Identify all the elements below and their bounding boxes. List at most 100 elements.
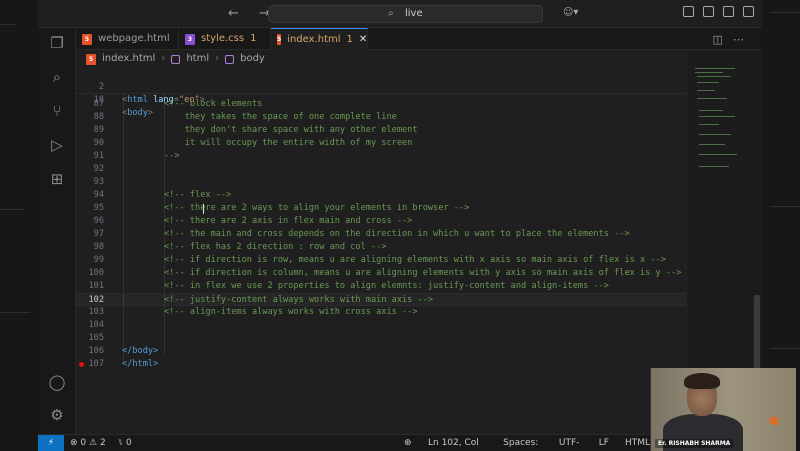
ports-indicator[interactable]: ⑊ 0 bbox=[118, 435, 132, 451]
code-line[interactable]: 105 bbox=[76, 332, 686, 345]
explorer-icon[interactable]: ❐ bbox=[48, 34, 66, 52]
command-center[interactable]: ⌕ live bbox=[268, 5, 543, 23]
line-number: 106 bbox=[88, 346, 104, 356]
cursor-position[interactable]: Ln 102, Col 58 bbox=[428, 435, 487, 451]
code-comment: they don't share space with any other el… bbox=[164, 125, 418, 135]
tab-label: webpage.html bbox=[98, 33, 170, 44]
code-comment: they takes the space of one complete lin… bbox=[164, 112, 397, 122]
code-comment: --> bbox=[164, 151, 180, 161]
code-line[interactable]: 87 <!-- block elements bbox=[76, 98, 686, 111]
line-number: 98 bbox=[93, 242, 104, 252]
chevron-right-icon: › bbox=[161, 53, 166, 64]
customize-layout-icon[interactable] bbox=[743, 6, 754, 17]
indentation[interactable]: Spaces: 4 bbox=[503, 435, 543, 451]
code-line[interactable]: 103 <!-- align-items always works with cr… bbox=[76, 306, 686, 319]
line-number: 95 bbox=[93, 203, 104, 213]
code-line[interactable]: 91 --> bbox=[76, 150, 686, 163]
status-right: Ln 102, Col 58 Spaces: 4 UTF-8 LF HTML bbox=[428, 435, 650, 451]
code-line[interactable]: 106 </body> bbox=[76, 345, 686, 358]
code-line[interactable]: 99 <!-- if direction is row, means u are … bbox=[76, 254, 686, 267]
problems-indicator[interactable]: ⊗ 0 ⚠ 2 bbox=[70, 435, 106, 451]
line-number: 105 bbox=[88, 333, 104, 343]
copilot-icon[interactable]: ☺▾ bbox=[563, 7, 578, 18]
code-line[interactable]: 100 <!-- if direction is column, means u … bbox=[76, 267, 686, 280]
line-number: 104 bbox=[88, 320, 104, 330]
code-line[interactable]: 88 they takes the space of one complete … bbox=[76, 111, 686, 124]
command-center-text: live bbox=[405, 8, 423, 19]
tab-index-html[interactable]: 5 index.html 1 ✕ bbox=[271, 28, 368, 50]
breadcrumb-item[interactable]: html bbox=[186, 50, 209, 68]
line-number: 89 bbox=[93, 125, 104, 135]
toggle-secondary-sidebar-icon[interactable] bbox=[723, 6, 734, 17]
source-control-icon[interactable]: ⑂ bbox=[48, 102, 66, 120]
breadcrumb-item[interactable]: body bbox=[240, 50, 265, 68]
status-bar: ⚡ ⊗ 0 ⚠ 2 ⑊ 0 ⊕ Ln 102, Col 58 Spaces: 4… bbox=[38, 434, 650, 451]
mouse-cursor bbox=[203, 204, 204, 214]
code-line[interactable]: 102 <!-- justify-content always works wit… bbox=[76, 293, 686, 306]
more-actions-icon[interactable]: ⋯ bbox=[733, 33, 754, 46]
toggle-primary-sidebar-icon[interactable] bbox=[683, 6, 694, 17]
run-debug-icon[interactable]: ▷ bbox=[48, 136, 66, 154]
minimap-line bbox=[697, 90, 715, 91]
css3-icon: 3 bbox=[185, 33, 195, 45]
remote-indicator[interactable]: ⚡ bbox=[38, 435, 64, 451]
line-number: 92 bbox=[93, 164, 104, 174]
tab-style-css[interactable]: 3 style.css 1 bbox=[179, 28, 271, 50]
tab-label: style.css bbox=[201, 33, 245, 44]
code-line[interactable]: 89 they don't share space with any other… bbox=[76, 124, 686, 137]
code-line[interactable]: 95 <!-- there are 2 ways to align your el… bbox=[76, 202, 686, 215]
search-icon[interactable]: ⌕ bbox=[48, 68, 66, 86]
extensions-icon[interactable]: ⊞ bbox=[48, 170, 66, 188]
code-line[interactable]: 98 <!-- flex has 2 direction : row and co… bbox=[76, 241, 686, 254]
code-comment: <!-- align-items always works with cross… bbox=[164, 307, 418, 317]
toggle-panel-icon[interactable] bbox=[703, 6, 714, 17]
code-line[interactable]: 94 <!-- flex --> bbox=[76, 189, 686, 202]
port-count: 0 bbox=[125, 438, 132, 448]
code-comment: <!-- block elements bbox=[164, 99, 263, 109]
margin-dash bbox=[770, 12, 800, 13]
code-editor[interactable]: 2 <html lang="en"> 18 <body> 87 <!-- bloc… bbox=[76, 68, 686, 434]
breadcrumb: 5 index.html › html › body bbox=[76, 50, 686, 68]
line-number: 94 bbox=[93, 190, 104, 200]
webcam-overlay: ✱ Er. RISHABH SHARMA bbox=[650, 368, 796, 451]
code-line[interactable]: 96 <!-- there are 2 axis in flex main and… bbox=[76, 215, 686, 228]
close-icon[interactable]: ✕ bbox=[359, 29, 367, 51]
line-number: 90 bbox=[93, 138, 104, 148]
line-number: 97 bbox=[93, 229, 104, 239]
line-number: 107 bbox=[88, 359, 104, 369]
line-number: 91 bbox=[93, 151, 104, 161]
line-number: 96 bbox=[93, 216, 104, 226]
element-symbol-icon bbox=[171, 54, 181, 64]
left-margin bbox=[0, 0, 38, 451]
code-tag: </body> bbox=[122, 346, 159, 356]
element-symbol-icon bbox=[225, 54, 235, 64]
minimap-line bbox=[695, 68, 735, 69]
code-tag: </html> bbox=[122, 359, 159, 369]
html5-icon: 5 bbox=[82, 33, 92, 45]
error-count: 0 bbox=[80, 438, 87, 448]
code-line[interactable]: 97 <!-- the main and cross depends on the… bbox=[76, 228, 686, 241]
code-line[interactable]: 92 bbox=[76, 163, 686, 176]
tab-problem-count: 1 bbox=[346, 33, 353, 45]
tab-webpage-html[interactable]: 5 webpage.html bbox=[76, 28, 179, 50]
title-bar: ← → ⌕ live ☺▾ bbox=[38, 0, 762, 28]
code-comment: <!-- there are 2 ways to align your elem… bbox=[164, 203, 470, 213]
code-line[interactable]: 101 <!-- in flex we use 2 properties to a… bbox=[76, 280, 686, 293]
margin-dash bbox=[0, 209, 24, 210]
presenter-hair bbox=[684, 373, 720, 389]
code-comment: <!-- the main and cross depends on the d… bbox=[164, 229, 630, 239]
split-editor-icon[interactable]: ◫ bbox=[713, 33, 733, 46]
breadcrumb-file[interactable]: index.html bbox=[102, 50, 155, 68]
settings-gear-icon[interactable]: ⚙ bbox=[48, 406, 66, 424]
code-line[interactable]: 93 bbox=[76, 176, 686, 189]
margin-dash bbox=[0, 24, 16, 25]
end-of-line[interactable]: LF bbox=[599, 435, 609, 451]
zoom-icon[interactable]: ⊕ bbox=[404, 435, 412, 451]
language-mode[interactable]: HTML bbox=[625, 435, 650, 451]
line-number: 87 bbox=[93, 99, 104, 109]
code-line[interactable]: 90 it will occupy the entire width of my… bbox=[76, 137, 686, 150]
encoding[interactable]: UTF-8 bbox=[559, 435, 583, 451]
code-line[interactable]: 104 bbox=[76, 319, 686, 332]
code-line[interactable]: 107 </html> bbox=[76, 358, 686, 371]
account-icon[interactable]: ◯ bbox=[48, 373, 66, 391]
